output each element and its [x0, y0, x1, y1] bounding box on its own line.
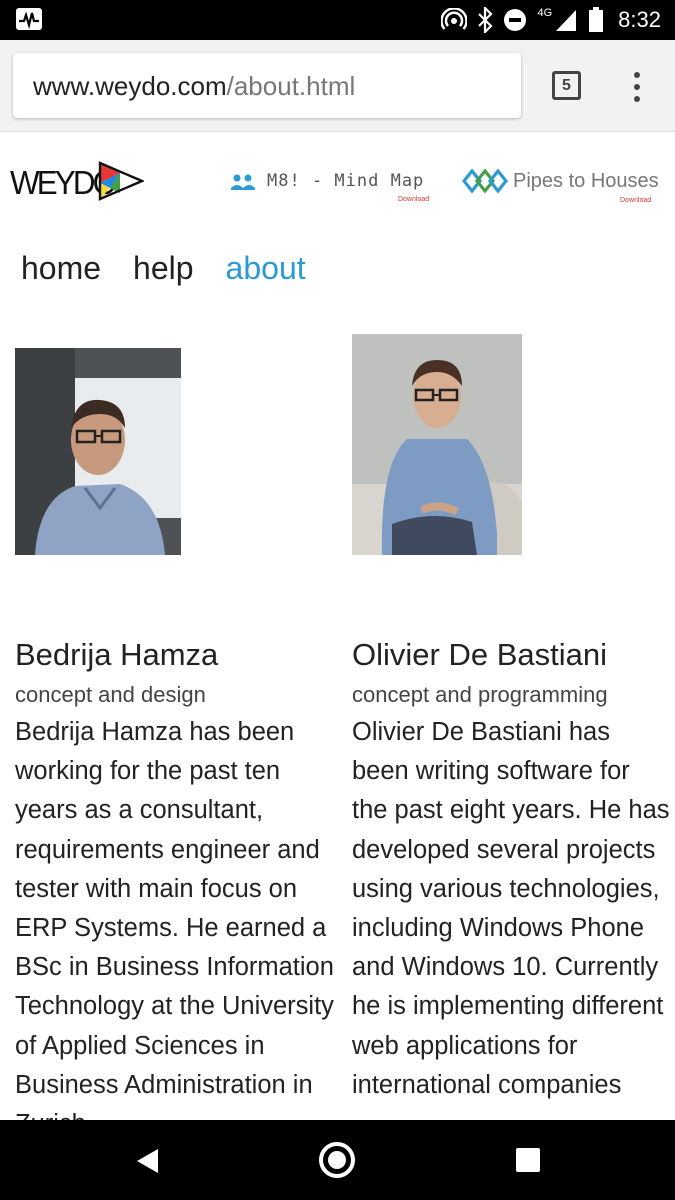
- battery-icon: [589, 7, 604, 32]
- nav-about-link[interactable]: about: [226, 250, 306, 294]
- weydo-logo[interactable]: WEYDO: [10, 158, 150, 203]
- m8-mind-map-link[interactable]: M8! - Mind Map Download: [230, 169, 440, 209]
- person-bio: Olivier De Bastiani has been writing sof…: [352, 718, 670, 1099]
- team-member-olivier: Olivier De Bastiani concept and programm…: [352, 633, 670, 1105]
- signal-icon: [556, 10, 577, 31]
- network-type-label: 4G: [537, 7, 553, 19]
- status-bar: 4G 8:32: [0, 0, 675, 40]
- bluetooth-icon: [478, 7, 494, 33]
- m8-download-label[interactable]: Download: [398, 196, 429, 203]
- nav-help-link[interactable]: help: [133, 250, 194, 294]
- pipes-to-houses-link[interactable]: Pipes to Houses Download: [462, 165, 667, 207]
- overflow-menu-icon[interactable]: [625, 70, 649, 104]
- url-path: /about.html: [226, 71, 356, 101]
- m8-people-icon: [231, 174, 255, 190]
- logo-triangle-icon: [98, 161, 144, 201]
- nav-home-link[interactable]: home: [21, 250, 101, 294]
- person-role: concept and design: [15, 682, 206, 707]
- person-bio: Bedrija Hamza has been working for the p…: [15, 718, 334, 1120]
- home-icon[interactable]: [319, 1142, 355, 1178]
- bedrija-hamza-photo: [15, 348, 181, 555]
- status-time: 8:32: [618, 7, 661, 32]
- url-text[interactable]: www.weydo.com/about.html: [33, 71, 355, 102]
- activity-monitor-icon: [16, 8, 42, 30]
- person-name: Bedrija Hamza: [15, 637, 219, 672]
- site-navigation: home help about: [21, 250, 306, 294]
- recents-icon[interactable]: [516, 1148, 540, 1172]
- pipes-icon: [462, 168, 508, 194]
- system-navigation-bar: [0, 1120, 675, 1200]
- pipes-app-name: Pipes to Houses: [513, 170, 659, 192]
- m8-app-name: M8! - Mind Map: [267, 171, 425, 191]
- url-domain: www.weydo.com: [33, 71, 227, 101]
- person-name: Olivier De Bastiani: [352, 637, 607, 672]
- do-not-disturb-icon: [504, 9, 527, 31]
- back-icon[interactable]: [136, 1148, 160, 1174]
- browser-toolbar: www.weydo.com/about.html 5: [0, 40, 675, 132]
- address-bar[interactable]: www.weydo.com/about.html: [13, 53, 521, 118]
- team-member-bedrija: Bedrija Hamza concept and design Bedrija…: [15, 633, 340, 1120]
- person-role: concept and programming: [352, 682, 608, 707]
- tab-switcher-button[interactable]: 5: [552, 71, 581, 100]
- pipes-download-label[interactable]: Download: [620, 197, 651, 204]
- olivier-de-bastiani-photo: [352, 334, 522, 555]
- web-page: WEYDO M8! - Mind Map Download Pipes to H…: [0, 133, 675, 1120]
- hotspot-icon: [441, 8, 468, 30]
